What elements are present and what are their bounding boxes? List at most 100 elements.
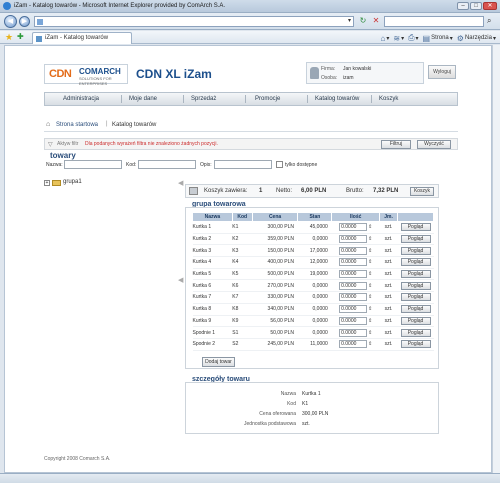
quantity-input[interactable]: 0.0000	[339, 246, 368, 255]
product-code: K4	[232, 256, 253, 269]
quantity-input[interactable]: 0.0000	[339, 305, 368, 314]
clear-filter-button[interactable]: Wyczyść	[417, 140, 451, 149]
table-header-row: Nazwa Kod Cena Stan Ilość Jm.	[192, 212, 434, 222]
product-stock: 11,0000	[297, 338, 332, 351]
table-row: Kurtka 1 K1 300,00 PLN 45,0000 0.0000 ⇕ szt. Po…	[192, 221, 434, 234]
quantity-input[interactable]: 0.0000	[339, 281, 368, 290]
only-available-checkbox[interactable]	[276, 161, 283, 168]
cart-icon	[189, 187, 198, 195]
opis-label: Opis:	[200, 162, 212, 168]
preview-button[interactable]: Pogląd	[400, 316, 431, 325]
cart-summary: Koszyk zawiera: 1 Netto: 6,00 PLN Brutto…	[185, 184, 439, 198]
logo-comarch: COMARCH	[79, 67, 121, 76]
nav-administracja[interactable]: Administracja	[63, 93, 99, 105]
quantity-stepper-icon[interactable]: ⇕	[368, 294, 372, 300]
quantity-stepper-icon[interactable]: ⇕	[368, 318, 372, 324]
collapse-panel-icon[interactable]: ◀	[178, 179, 183, 187]
quantity-input[interactable]: 0.0000	[339, 270, 368, 279]
quantity-input[interactable]: 0.0000	[339, 235, 368, 244]
quantity-input[interactable]: 0.0000	[339, 223, 368, 232]
nav-promocje[interactable]: Promocje	[255, 93, 280, 105]
page-command[interactable]: ▤ Strona ▾	[423, 34, 453, 43]
home-command[interactable]: ⌂ ▾	[381, 34, 390, 43]
quantity-stepper-icon[interactable]: ⇕	[368, 306, 372, 312]
quantity-stepper-icon[interactable]: ⇕	[368, 236, 372, 242]
column-header[interactable]: Kod	[231, 212, 253, 222]
filter-button[interactable]: Filtruj	[381, 140, 411, 149]
forward-button[interactable]: ▶	[19, 16, 30, 27]
product-unit: szt.	[379, 326, 398, 339]
quantity-stepper-icon[interactable]: ⇕	[368, 271, 372, 277]
tree-expand-icon[interactable]: +	[44, 180, 50, 186]
product-name: Kurtka 9	[192, 315, 233, 328]
preview-button[interactable]: Pogląd	[400, 328, 431, 337]
nav-sprzedaz[interactable]: Sprzedaż	[191, 93, 216, 105]
back-button[interactable]: ◀	[4, 15, 17, 28]
quantity-cell: 0.0000 ⇕	[331, 326, 380, 339]
tab-page-icon	[36, 36, 42, 42]
product-price: 500,00 PLN	[252, 268, 298, 281]
quantity-stepper-icon[interactable]: ⇕	[368, 283, 372, 289]
product-stock: 0,0000	[297, 291, 332, 304]
cart-button[interactable]: Koszyk	[410, 187, 434, 196]
quantity-stepper-icon[interactable]: ⇕	[368, 248, 372, 254]
quantity-stepper-icon[interactable]: ⇕	[368, 224, 372, 230]
preview-button[interactable]: Pogląd	[400, 305, 431, 314]
nazwa-input[interactable]	[64, 160, 122, 169]
breadcrumb-home-link[interactable]: Strona startowa	[56, 122, 98, 128]
tools-command[interactable]: ⚙ Narzędzia ▾	[457, 34, 496, 43]
scrollbar[interactable]	[492, 45, 500, 473]
minimize-button[interactable]: –	[457, 2, 469, 10]
product-name: Spodnie 2	[192, 338, 233, 351]
close-window-button[interactable]: ✕	[483, 2, 497, 10]
refresh-icon[interactable]: ↻	[358, 16, 368, 27]
nav-koszyk[interactable]: Koszyk	[379, 93, 398, 105]
add-favorite-icon[interactable]: ✚	[17, 32, 24, 41]
browser-tab[interactable]: iZam - Katalog towarów	[32, 32, 132, 44]
quantity-stepper-icon[interactable]: ⇕	[368, 330, 372, 336]
nav-divider	[307, 95, 308, 103]
quantity-input[interactable]: 0.0000	[339, 293, 368, 302]
print-command[interactable]: ⎙ ▾	[408, 33, 418, 43]
opis-input[interactable]	[214, 160, 272, 169]
preview-button[interactable]: Pogląd	[400, 293, 431, 302]
nav-moje-dane[interactable]: Moje dane	[129, 93, 157, 105]
product-code: K9	[232, 315, 253, 328]
preview-button[interactable]: Pogląd	[400, 246, 431, 255]
product-stock: 0,0000	[297, 233, 332, 246]
product-name: Kurtka 4	[192, 256, 233, 269]
quantity-stepper-icon[interactable]: ⇕	[368, 341, 372, 347]
logout-button[interactable]: Wyloguj	[428, 65, 456, 79]
nav-katalog-towarow[interactable]: Katalog towarów	[315, 93, 359, 105]
action-cell: Pogląd	[397, 303, 434, 316]
feeds-command[interactable]: ≋ ▾	[393, 34, 404, 43]
product-stock: 0,0000	[297, 303, 332, 316]
add-product-button[interactable]: Dodaj towar	[202, 357, 235, 367]
stop-icon[interactable]: ✕	[371, 16, 381, 27]
quantity-input[interactable]: 0.0000	[339, 328, 368, 337]
quantity-input[interactable]: 0.0000	[339, 316, 368, 325]
quantity-input[interactable]: 0.0000	[339, 258, 368, 267]
preview-button[interactable]: Pogląd	[400, 340, 431, 349]
firma-value: Jan kowalski	[343, 66, 372, 72]
quantity-stepper-icon[interactable]: ⇕	[368, 259, 372, 265]
product-stock: 12,0000	[297, 256, 332, 269]
url-input[interactable]: ▾	[34, 16, 354, 27]
preview-button[interactable]: Pogląd	[400, 235, 431, 244]
collapse-panel-icon[interactable]: ◀	[178, 276, 183, 284]
preview-button[interactable]: Pogląd	[400, 281, 431, 290]
favorites-star-icon[interactable]: ★	[5, 32, 13, 43]
search-input[interactable]	[384, 16, 484, 27]
product-code: K2	[232, 233, 253, 246]
url-dropdown-icon[interactable]: ▾	[348, 17, 351, 24]
column-header[interactable]: Nazwa	[192, 212, 233, 222]
preview-button[interactable]: Pogląd	[400, 223, 431, 232]
preview-button[interactable]: Pogląd	[400, 258, 431, 267]
products-panel: Nazwa Kod Cena Stan Ilość Jm. Kurtka 1 K1…	[185, 207, 439, 369]
quantity-input[interactable]: 0.0000	[339, 340, 368, 349]
preview-button[interactable]: Pogląd	[400, 270, 431, 279]
maximize-button[interactable]: □	[470, 2, 482, 10]
search-icon[interactable]: ⌕	[487, 16, 497, 27]
kod-input[interactable]	[138, 160, 196, 169]
tree-item-grupa1[interactable]: grupa1	[63, 179, 82, 185]
